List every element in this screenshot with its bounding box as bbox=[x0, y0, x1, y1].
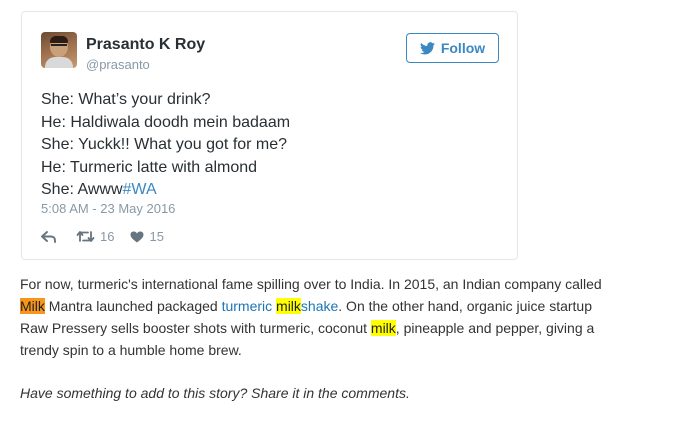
follow-label: Follow bbox=[440, 40, 486, 56]
tweet-line: She: Awww#WA bbox=[41, 179, 501, 202]
article-text: Raw Pressery sells booster shots with tu… bbox=[20, 320, 371, 336]
reply-button[interactable] bbox=[41, 230, 57, 243]
follow-button[interactable]: Follow bbox=[406, 33, 499, 63]
turmeric-milkshake-link[interactable]: turmeric milkshake bbox=[221, 298, 339, 314]
article-text: . On the other hand, organic juice start… bbox=[338, 298, 592, 314]
search-highlight: milk bbox=[370, 320, 396, 336]
like-count: 15 bbox=[149, 229, 164, 244]
tweet-line-text: She: Awww bbox=[41, 181, 123, 198]
tweet-line: He: Turmeric latte with almond bbox=[41, 158, 258, 176]
tweet-line: He: Haldiwala doodh mein badaam bbox=[41, 113, 291, 131]
article-line: For now, turmeric's international fame s… bbox=[20, 276, 602, 292]
retweet-icon bbox=[76, 231, 95, 242]
tweet-line: She: Yuckk!! What you got for me? bbox=[41, 136, 288, 153]
tweet-author-handle[interactable]: @prasanto bbox=[86, 57, 150, 72]
link-text: turmeric bbox=[221, 298, 277, 314]
tweet-timestamp[interactable]: 5:08 AM - 23 May 2016 bbox=[41, 201, 175, 216]
tweet-author-name[interactable]: Prasanto K Roy bbox=[86, 36, 205, 54]
article-text: Mantra launched packaged bbox=[44, 298, 222, 314]
link-text: shake bbox=[300, 298, 339, 314]
heart-icon bbox=[130, 231, 144, 242]
tweet-line: She: What’s your drink? bbox=[41, 91, 211, 108]
tweet-text: She: What’s your drink? He: Haldiwala do… bbox=[41, 89, 501, 202]
article-line: trendy spin to a humble home brew. bbox=[20, 342, 242, 358]
retweet-count: 16 bbox=[100, 229, 115, 244]
search-highlight: Milk bbox=[20, 298, 45, 314]
article-text: , pineapple and pepper, giving a bbox=[395, 320, 595, 336]
article-line: Raw Pressery sells booster shots with tu… bbox=[20, 317, 640, 339]
tweet-actions: 16 15 bbox=[41, 229, 164, 244]
article-line: Milk Mantra launched packaged turmeric m… bbox=[20, 295, 640, 317]
twitter-bird-icon bbox=[419, 41, 435, 54]
reply-icon bbox=[41, 230, 56, 243]
retweet-button[interactable]: 16 bbox=[76, 229, 114, 244]
search-highlight: milk bbox=[276, 298, 301, 314]
closing-prompt: Have something to add to this story? Sha… bbox=[20, 385, 410, 401]
embedded-tweet: Prasanto K Roy @prasanto Follow She: Wha… bbox=[21, 11, 518, 260]
avatar[interactable] bbox=[41, 32, 77, 68]
like-button[interactable]: 15 bbox=[130, 229, 164, 244]
hashtag-link[interactable]: #WA bbox=[123, 181, 157, 198]
article-paragraph: For now, turmeric's international fame s… bbox=[20, 273, 640, 361]
